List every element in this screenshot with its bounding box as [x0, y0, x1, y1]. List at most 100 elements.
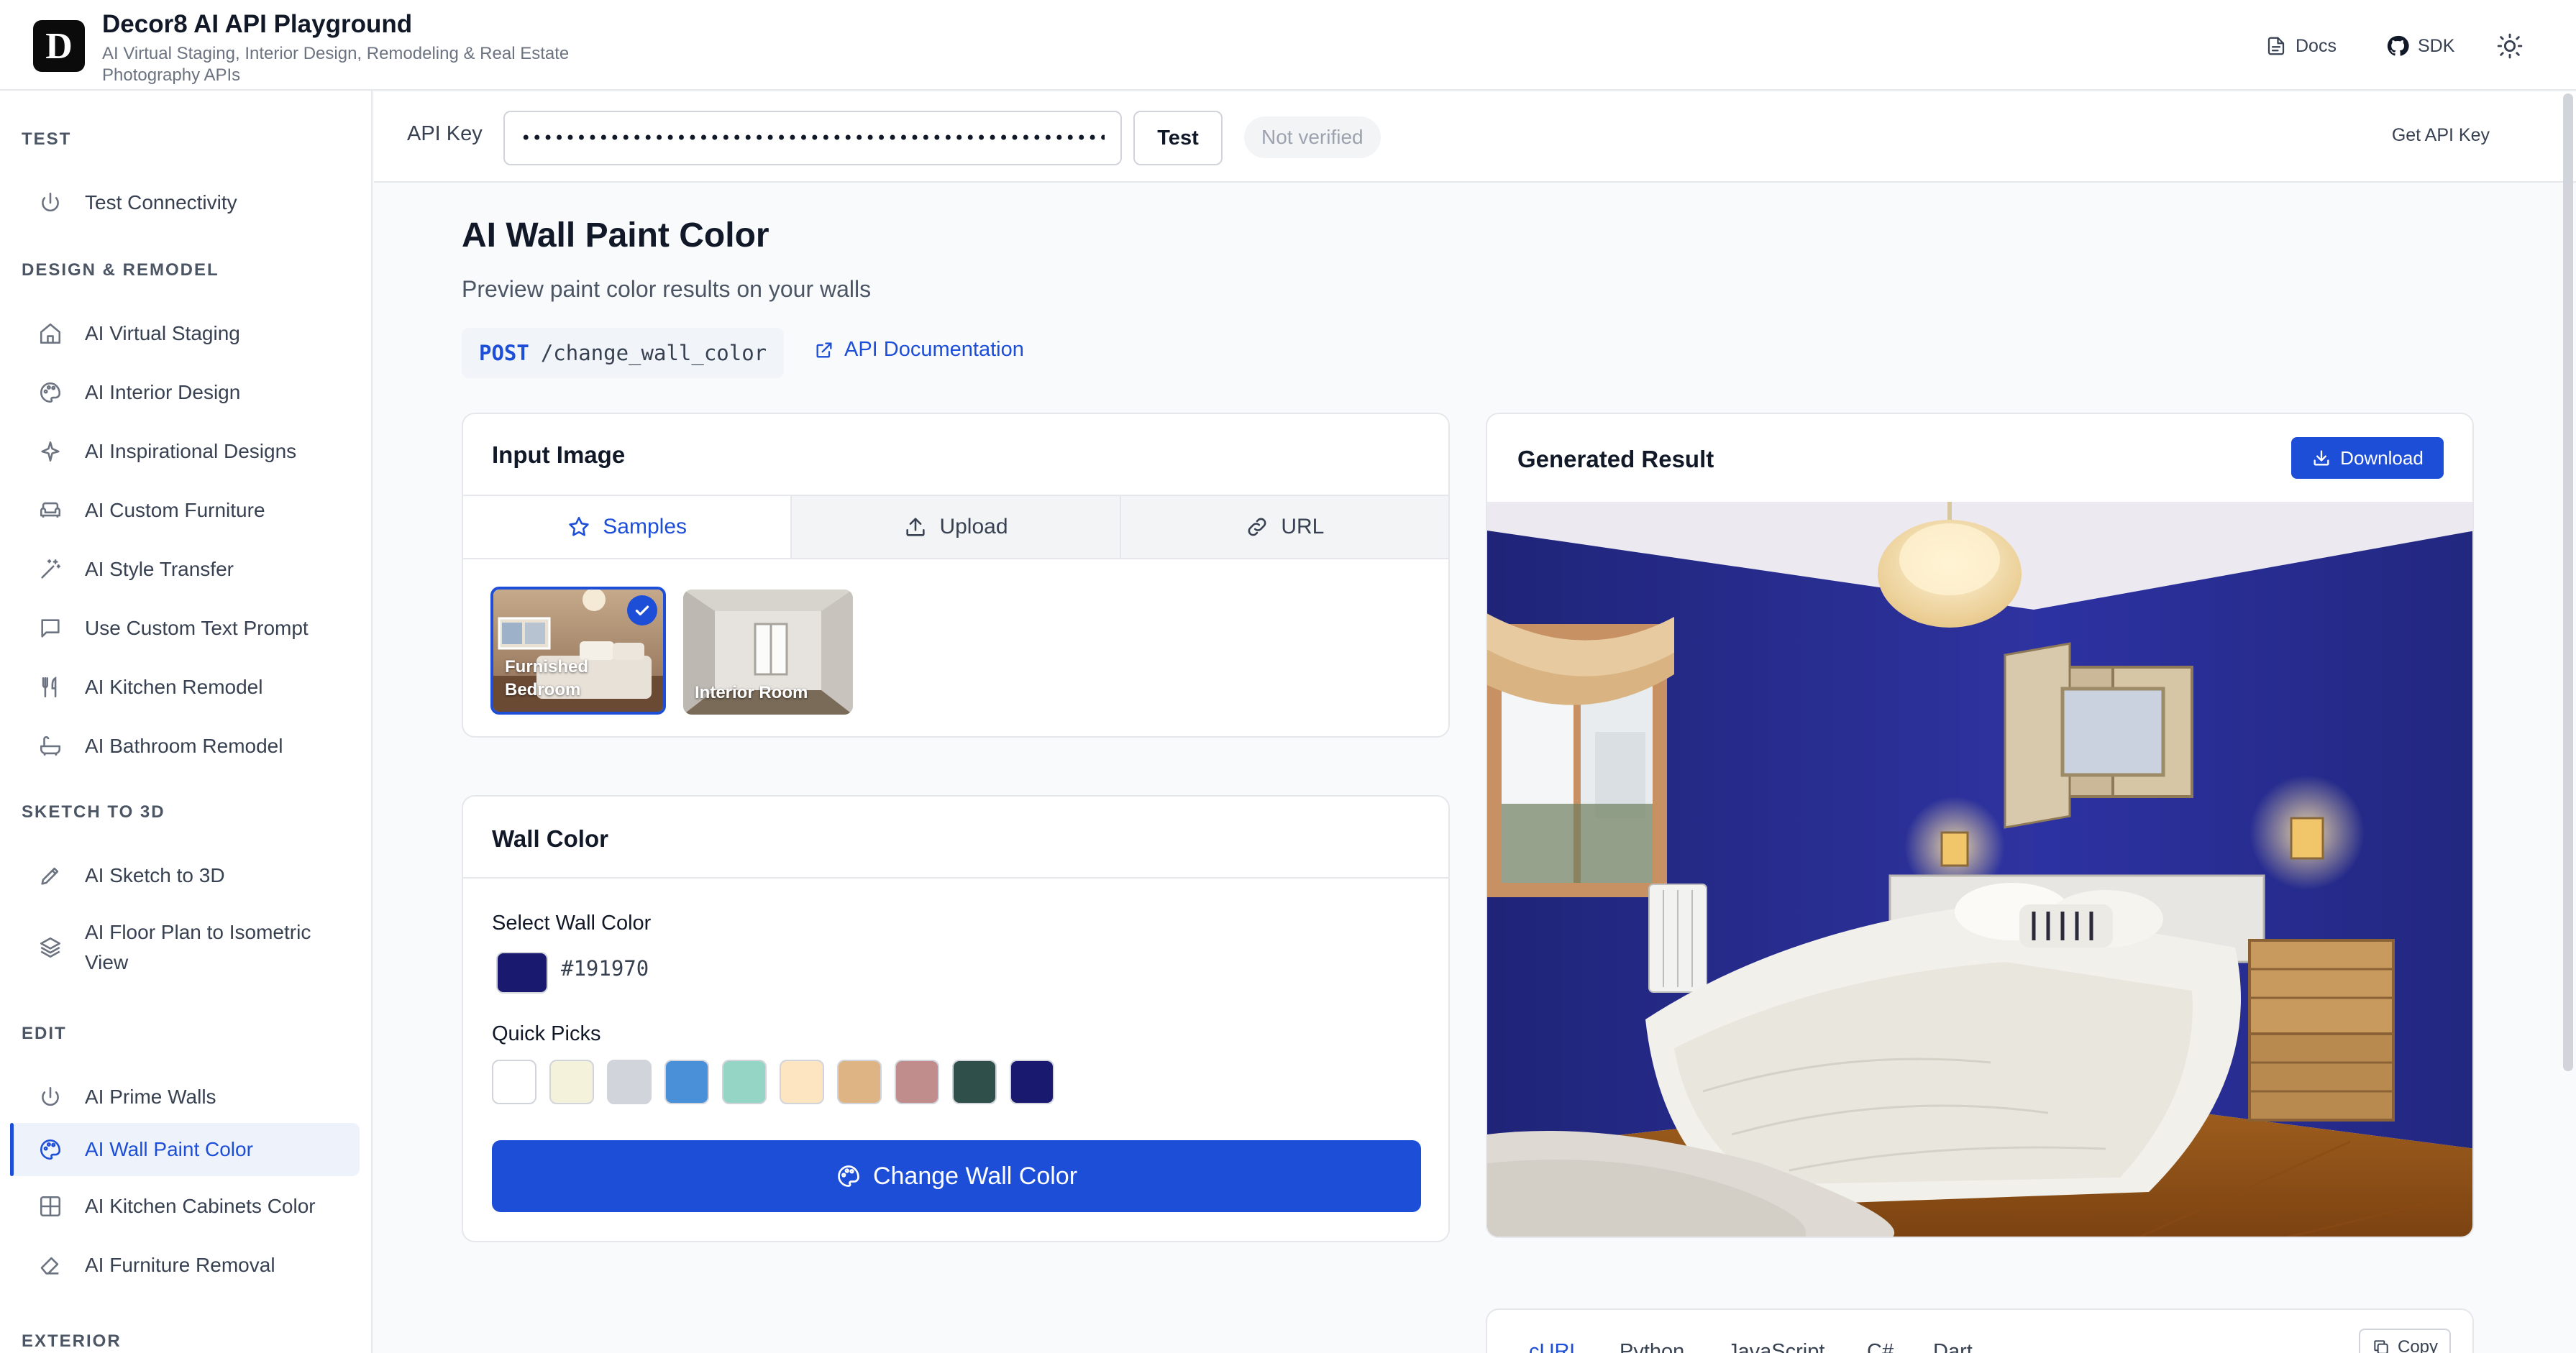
- http-method: POST: [479, 341, 529, 365]
- tab-samples[interactable]: Samples: [463, 496, 791, 558]
- sample-interior-room[interactable]: Interior Room: [683, 590, 853, 715]
- section-heading-design-remodel: DESIGN & REMODEL: [22, 260, 219, 280]
- sidebar-item-kitchen-remodel[interactable]: AI Kitchen Remodel: [10, 664, 360, 710]
- github-icon: [2386, 35, 2409, 58]
- power-icon: [36, 1083, 65, 1111]
- code-tab-javascript[interactable]: JavaScript: [1727, 1340, 1824, 1353]
- quick-pick-swatch[interactable]: [780, 1060, 824, 1104]
- section-heading-edit: EDIT: [22, 1024, 67, 1043]
- sample-caption-line: Interior Room: [695, 683, 808, 702]
- sidebar-item-bathroom-remodel[interactable]: AI Bathroom Remodel: [10, 723, 360, 769]
- app-logo[interactable]: D: [33, 20, 85, 72]
- sidebar-item-custom-furniture[interactable]: AI Custom Furniture: [10, 487, 360, 533]
- generated-result-card: Generated Result Download: [1486, 413, 2474, 1238]
- sidebar-item-inspirational-designs[interactable]: AI Inspirational Designs: [10, 428, 360, 474]
- tab-url[interactable]: URL: [1119, 496, 1448, 558]
- sidebar-item-label: AI Prime Walls: [85, 1086, 216, 1108]
- page-scrollbar[interactable]: [2563, 93, 2573, 1071]
- endpoint-badge: POST /change_wall_color: [462, 328, 785, 378]
- section-heading-exterior: EXTERIOR: [22, 1331, 122, 1351]
- selected-color-hex: #191970: [561, 956, 649, 981]
- quick-pick-swatch[interactable]: [952, 1060, 997, 1104]
- sidebar-item-furniture-removal[interactable]: AI Furniture Removal: [10, 1242, 360, 1288]
- palette-icon: [836, 1163, 862, 1189]
- change-wall-color-button[interactable]: Change Wall Color: [492, 1140, 1421, 1212]
- link-icon: [1245, 515, 1269, 539]
- sidebar-item-label: AI Furniture Removal: [85, 1254, 275, 1276]
- copy-label: Copy: [2398, 1337, 2439, 1353]
- sidebar: TEST Test Connectivity DESIGN & REMODEL …: [0, 91, 373, 1353]
- sidebar-item-label: AI Kitchen Cabinets Color: [85, 1195, 316, 1217]
- quick-pick-swatch[interactable]: [549, 1060, 594, 1104]
- app-title: Decor8 AI API Playground: [102, 10, 413, 38]
- quick-pick-swatch[interactable]: [837, 1060, 882, 1104]
- sidebar-item-kitchen-cabinets-color[interactable]: AI Kitchen Cabinets Color: [10, 1183, 360, 1229]
- sidebar-item-label: Use Custom Text Prompt: [85, 617, 309, 639]
- sidebar-item-label: AI Sketch to 3D: [85, 864, 225, 886]
- section-heading-sketch-to-3d: SKETCH TO 3D: [22, 802, 165, 822]
- quick-pick-swatch[interactable]: [492, 1060, 536, 1104]
- quick-pick-swatch[interactable]: [1010, 1060, 1054, 1104]
- page-title: AI Wall Paint Color: [462, 216, 769, 254]
- test-button[interactable]: Test: [1133, 111, 1223, 165]
- sidebar-item-prime-walls[interactable]: AI Prime Walls: [10, 1074, 360, 1120]
- sidebar-item-sketch-to-3d[interactable]: AI Sketch to 3D: [10, 853, 360, 899]
- sample-furnished-bedroom[interactable]: Furnished Bedroom: [490, 587, 666, 715]
- sidebar-item-test-connectivity[interactable]: Test Connectivity: [10, 180, 360, 226]
- eraser-icon: [36, 1251, 65, 1280]
- sdk-link[interactable]: SDK: [2386, 32, 2454, 60]
- wall-color-card: Wall Color Select Wall Color #191970 Qui…: [462, 795, 1450, 1242]
- api-key-bar: API Key Test Not verified Get API Key: [374, 92, 2576, 183]
- sidebar-item-virtual-staging[interactable]: AI Virtual Staging: [10, 311, 360, 357]
- document-icon: [2265, 35, 2287, 57]
- download-label: Download: [2340, 446, 2424, 469]
- api-documentation-link[interactable]: API Documentation: [814, 338, 1024, 362]
- page-description: Preview paint color results on your wall…: [462, 276, 872, 302]
- sidebar-item-style-transfer[interactable]: AI Style Transfer: [10, 546, 360, 592]
- quick-pick-swatch[interactable]: [895, 1060, 939, 1104]
- quick-pick-swatch[interactable]: [722, 1060, 767, 1104]
- sidebar-item-custom-text-prompt[interactable]: Use Custom Text Prompt: [10, 605, 360, 651]
- sidebar-item-interior-design[interactable]: AI Interior Design: [10, 370, 360, 416]
- quick-pick-swatch[interactable]: [664, 1060, 709, 1104]
- copy-icon: [2372, 1338, 2390, 1353]
- sample-caption-line: Furnished: [505, 657, 589, 676]
- sparkle-icon: [36, 437, 65, 466]
- home-icon: [36, 319, 65, 348]
- code-tab-dart[interactable]: Dart: [1933, 1340, 1973, 1353]
- copy-button[interactable]: Copy: [2359, 1329, 2452, 1353]
- change-wall-color-label: Change Wall Color: [872, 1162, 1078, 1190]
- code-tab-python[interactable]: Python: [1620, 1340, 1684, 1353]
- upload-icon: [903, 515, 928, 539]
- download-button[interactable]: Download: [2291, 437, 2444, 479]
- sidebar-item-label: AI Style Transfer: [85, 558, 234, 580]
- code-tab-csharp[interactable]: C#: [1867, 1340, 1894, 1353]
- input-image-card: Input Image Samples Upload URL Furnished…: [462, 413, 1450, 738]
- input-image-title: Input Image: [492, 441, 626, 468]
- card-divider: [463, 877, 1448, 879]
- select-wall-color-label: Select Wall Color: [492, 912, 652, 935]
- get-api-key-link[interactable]: Get API Key: [2392, 125, 2490, 146]
- sidebar-item-label: AI Virtual Staging: [85, 322, 240, 344]
- sample-caption-line: Bedroom: [505, 680, 581, 700]
- code-tab-curl[interactable]: cURL: [1529, 1340, 1581, 1353]
- tab-label: URL: [1281, 515, 1325, 538]
- tab-label: Samples: [603, 515, 688, 538]
- tab-upload[interactable]: Upload: [790, 496, 1120, 558]
- app-subtitle: AI Virtual Staging, Interior Design, Rem…: [102, 44, 570, 85]
- generated-result-title: Generated Result: [1517, 446, 1714, 472]
- selected-check-icon: [627, 595, 657, 625]
- docs-label: Docs: [2296, 35, 2337, 56]
- palette-icon: [36, 1135, 65, 1164]
- quick-pick-swatch[interactable]: [607, 1060, 652, 1104]
- selected-color-swatch[interactable]: [496, 952, 548, 994]
- grid-icon: [36, 1192, 65, 1221]
- theme-toggle-button[interactable]: [2493, 29, 2527, 63]
- code-snippet-card: cURL Python JavaScript C# Dart Copy: [1486, 1308, 2474, 1353]
- wall-color-title: Wall Color: [492, 825, 608, 852]
- docs-link[interactable]: Docs: [2265, 32, 2337, 60]
- sidebar-item-label: Test Connectivity: [85, 191, 237, 214]
- api-key-input[interactable]: [503, 111, 1122, 165]
- sidebar-item-floor-plan-isometric[interactable]: AI Floor Plan to Isometric View: [10, 912, 360, 983]
- sidebar-item-wall-paint-color[interactable]: AI Wall Paint Color: [10, 1123, 360, 1176]
